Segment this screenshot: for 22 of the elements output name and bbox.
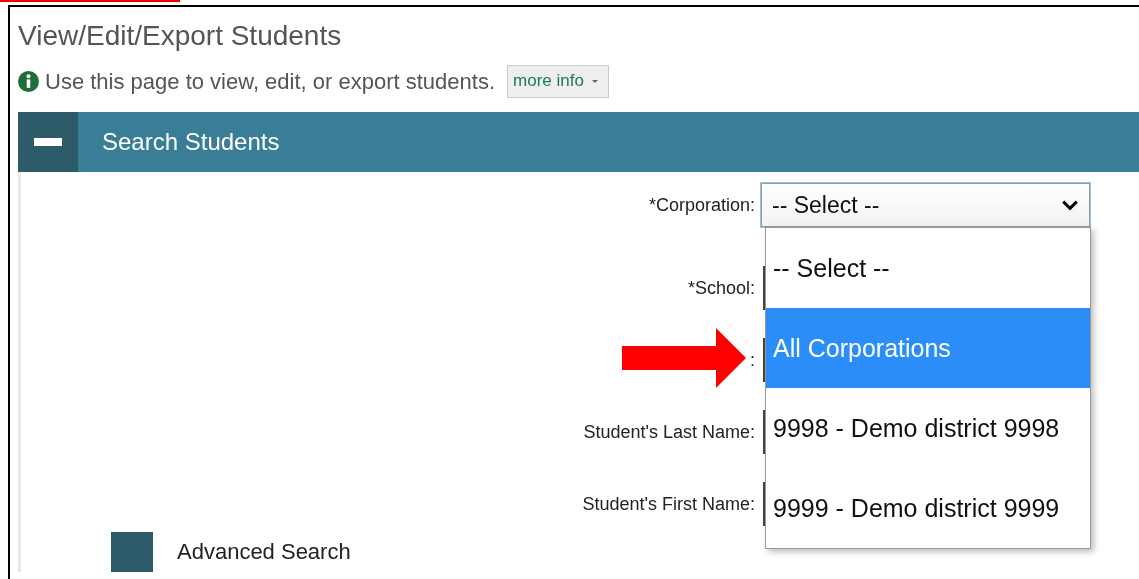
field-label: Student's First Name: xyxy=(581,493,756,515)
info-icon xyxy=(18,71,39,92)
input-field[interactable] xyxy=(763,482,766,526)
select-field[interactable]: -- Select -- xyxy=(761,183,1090,227)
advanced-search-label[interactable]: Advanced Search xyxy=(177,539,351,565)
input-field[interactable] xyxy=(763,338,766,382)
info-text: Use this page to view, edit, or export students. xyxy=(45,68,496,95)
input-field[interactable] xyxy=(763,266,766,310)
panel-title: Search Students xyxy=(102,128,280,156)
input-field[interactable] xyxy=(763,410,766,454)
page-title: View/Edit/Export Students xyxy=(18,19,343,53)
dropdown-option[interactable]: -- Select -- xyxy=(766,228,1090,308)
dropdown-option[interactable]: 9999 - Demo district 9999 xyxy=(766,468,1090,548)
field-label: *School: xyxy=(686,277,756,299)
field-label: : xyxy=(749,349,756,371)
more-info-button[interactable]: more info xyxy=(507,65,609,98)
collapse-button[interactable] xyxy=(18,112,78,172)
chevron-down-icon xyxy=(1061,199,1079,211)
field-label: *Corporation: xyxy=(647,194,756,216)
caret-icon xyxy=(591,79,598,83)
field-label: Student's Last Name: xyxy=(582,421,756,443)
dropdown-option[interactable]: 9998 - Demo district 9998 xyxy=(766,388,1090,468)
